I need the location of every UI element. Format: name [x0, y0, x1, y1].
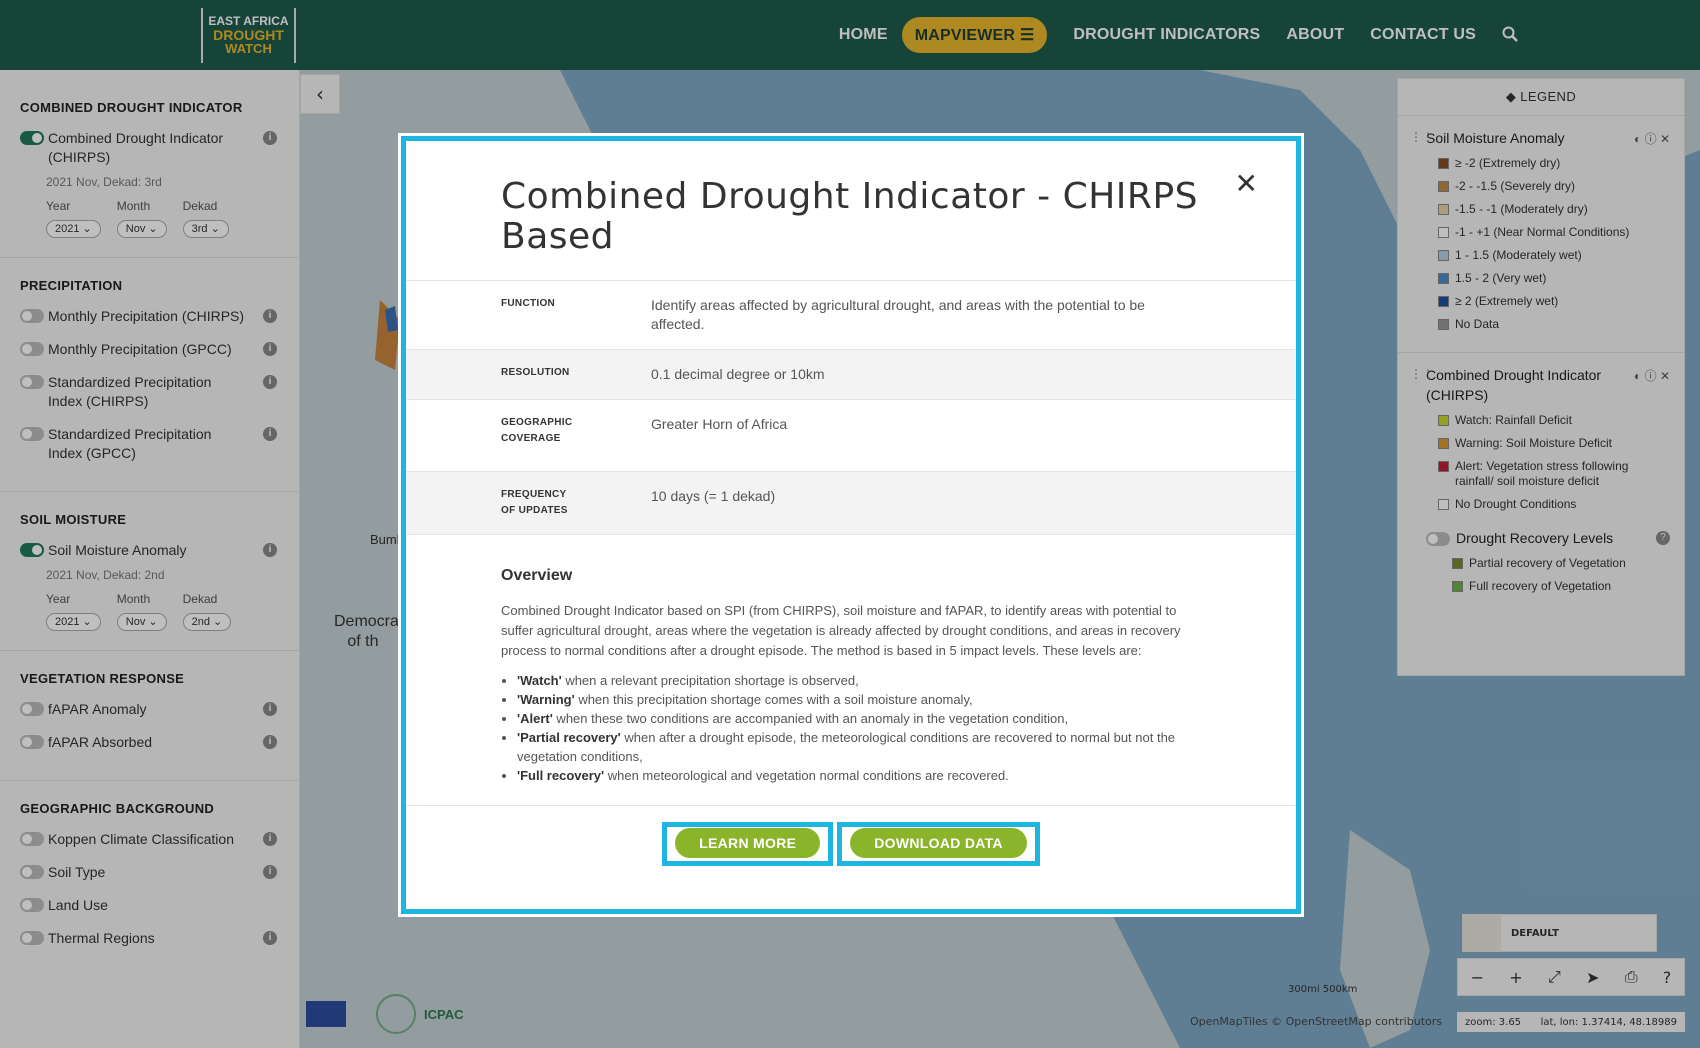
- overview-text: Combined Drought Indicator based on SPI …: [501, 603, 1181, 658]
- info-row-frequency: FREQUENCY OF UPDATES 10 days (= 1 dekad): [406, 472, 1296, 535]
- impact-levels-list: 'Watch' when a relevant precipitation sh…: [501, 671, 1201, 785]
- download-highlight: DOWNLOAD DATA: [837, 822, 1040, 866]
- impact-level-item: 'Alert' when these two conditions are ac…: [517, 709, 1201, 728]
- overview-section: Overview Combined Drought Indicator base…: [406, 535, 1296, 806]
- learn-more-button[interactable]: LEARN MORE: [675, 828, 821, 858]
- level-term: 'Alert': [517, 711, 553, 726]
- info-value: 10 days (= 1 dekad): [651, 488, 776, 504]
- info-key: GEOGRAPHIC COVERAGE: [501, 417, 573, 444]
- impact-level-item: 'Watch' when a relevant precipitation sh…: [517, 671, 1201, 690]
- level-term: 'Watch': [517, 673, 562, 688]
- level-text: when a relevant precipitation shortage i…: [561, 673, 859, 688]
- level-text: when meteorological and vegetation norma…: [604, 768, 1009, 783]
- info-row-function: FUNCTION Identify areas affected by agri…: [406, 281, 1296, 350]
- modal-title: Combined Drought Indicator - CHIRPS Base…: [406, 141, 1296, 281]
- info-value: Identify areas affected by agricultural …: [651, 297, 1145, 332]
- info-key: FUNCTION: [501, 298, 556, 309]
- info-value: 0.1 decimal degree or 10km: [651, 366, 825, 382]
- impact-level-item: 'Warning' when this precipitation shorta…: [517, 690, 1201, 709]
- level-text: when these two conditions are accompanie…: [552, 711, 1069, 726]
- info-row-resolution: RESOLUTION 0.1 decimal degree or 10km: [406, 350, 1296, 400]
- download-data-button[interactable]: DOWNLOAD DATA: [850, 828, 1027, 858]
- info-key: FREQUENCY OF UPDATES: [501, 489, 568, 516]
- modal-actions: LEARN MORE DOWNLOAD DATA: [406, 806, 1296, 866]
- level-text: when this precipitation shortage comes w…: [574, 692, 973, 707]
- impact-level-item: 'Full recovery' when meteorological and …: [517, 766, 1201, 785]
- learn-more-highlight: LEARN MORE: [662, 822, 834, 866]
- info-value: Greater Horn of Africa: [651, 416, 788, 432]
- info-row-coverage: GEOGRAPHIC COVERAGE Greater Horn of Afri…: [406, 400, 1296, 472]
- overview-title: Overview: [501, 567, 573, 584]
- level-term: 'Partial recovery': [517, 730, 621, 745]
- level-term: 'Full recovery': [517, 768, 605, 783]
- impact-level-item: 'Partial recovery' when after a drought …: [517, 728, 1201, 766]
- close-icon[interactable]: ✕: [1235, 167, 1258, 200]
- info-key: RESOLUTION: [501, 367, 570, 378]
- indicator-info-modal: Combined Drought Indicator - CHIRPS Base…: [398, 133, 1304, 917]
- level-term: 'Warning': [517, 692, 575, 707]
